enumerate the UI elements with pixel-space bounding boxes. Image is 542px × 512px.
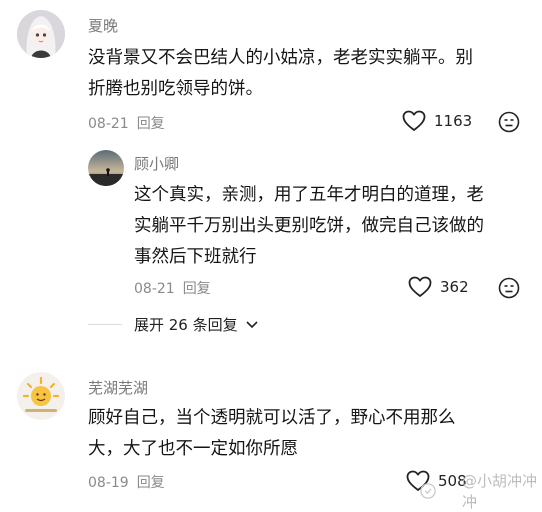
- heart-outline-icon: [408, 276, 432, 297]
- avatar-anime-girl-icon: [17, 10, 65, 58]
- expand-divider: [88, 324, 122, 325]
- avatar-wuhu[interactable]: [17, 372, 65, 420]
- like-button[interactable]: 1163: [402, 110, 472, 132]
- reply-button[interactable]: 回复: [137, 475, 165, 491]
- expand-replies-label: 展开 26 条回复: [134, 316, 238, 334]
- like-count: 1163: [434, 112, 473, 130]
- comment-text-line: 实躺平千万别出头更别吃饼，做完自己该做的: [134, 216, 484, 236]
- heart-outline-icon: [402, 110, 426, 131]
- comment-text-line: 折腾也别吃领导的饼。: [88, 79, 263, 99]
- comment-author[interactable]: 夏晚: [88, 15, 118, 36]
- comment-date: 08-19: [88, 475, 129, 491]
- dislike-unhappy-face-icon[interactable]: [498, 277, 520, 299]
- comment-meta: 08-19 回复: [88, 472, 165, 492]
- like-button[interactable]: 362: [408, 276, 469, 298]
- comment-text-line: 事然后下班就行: [134, 247, 257, 267]
- comment-author[interactable]: 顾小卿: [134, 153, 179, 174]
- reply-button[interactable]: 回复: [137, 116, 165, 132]
- comment-meta: 08-21 回复: [88, 113, 165, 133]
- comment-author[interactable]: 芜湖芜湖: [88, 377, 148, 398]
- comment-text-line: 顾好自己，当个透明就可以活了，野心不用那么: [88, 408, 456, 428]
- comment-text-line: 这个真实，亲测，用了五年才明白的道理，老: [134, 185, 484, 205]
- comment-date: 08-21: [88, 116, 129, 132]
- avatar-sunset-silhouette-icon: [88, 150, 124, 186]
- chevron-down-icon: [246, 320, 258, 328]
- platform-logo-icon: [420, 483, 436, 499]
- avatar-guxiaoqing[interactable]: [88, 150, 124, 186]
- reply-button[interactable]: 回复: [183, 281, 211, 297]
- watermark-text: @小胡冲冲冲: [462, 472, 538, 511]
- comment-text-line: 大，大了也不一定如你所愿: [88, 439, 298, 459]
- avatar-xiawan[interactable]: [17, 10, 65, 58]
- avatar-sun-emoji-icon: [17, 372, 65, 420]
- dislike-unhappy-face-icon[interactable]: [498, 111, 520, 133]
- expand-replies-button[interactable]: 展开 26 条回复: [134, 314, 258, 335]
- comment-meta: 08-21 回复: [134, 278, 211, 298]
- watermark: @小胡冲冲冲: [420, 470, 542, 512]
- like-count: 362: [440, 278, 469, 296]
- comment-text-line: 没背景又不会巴结人的小姑凉，老老实实躺平。别: [88, 48, 473, 68]
- comment-date: 08-21: [134, 281, 175, 297]
